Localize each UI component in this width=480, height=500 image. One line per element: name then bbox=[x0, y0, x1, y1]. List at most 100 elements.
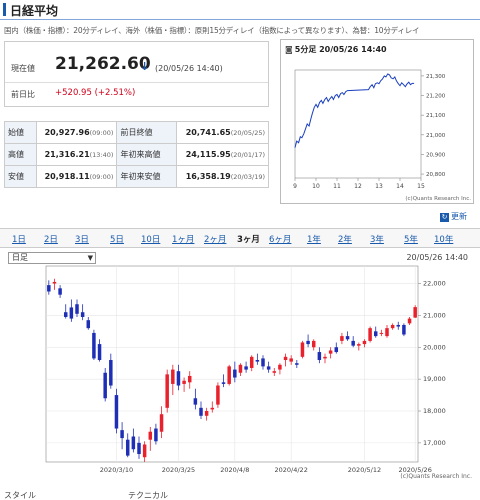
candle-body bbox=[328, 350, 333, 354]
tab-period[interactable]: 1日 bbox=[12, 233, 26, 245]
tab-period[interactable]: 10年 bbox=[434, 233, 453, 245]
candle-body bbox=[334, 347, 339, 353]
x-tick-label: 12 bbox=[354, 183, 362, 190]
candle-body bbox=[148, 431, 153, 440]
candle-body bbox=[204, 411, 209, 416]
candle-body bbox=[63, 312, 68, 317]
candle-body bbox=[295, 363, 299, 365]
page-header: 日経平均 bbox=[0, 0, 480, 20]
stat-value: 20,927.96(09:00) bbox=[35, 121, 118, 144]
candle-body bbox=[340, 336, 344, 341]
stat-value: 21,316.21(13:40) bbox=[35, 143, 118, 166]
candle-body bbox=[379, 332, 384, 334]
refresh-icon: ↻ bbox=[440, 213, 449, 222]
y-tick-label: 20,800 bbox=[426, 172, 446, 178]
candle-body bbox=[52, 281, 57, 284]
intraday-line-chart: 9 10 11 12 13 14 1520,800 20,900 21,000 21,100 21,… bbox=[293, 69, 471, 202]
stat-value: 20,741.65(20/05/25) bbox=[176, 121, 269, 144]
candle-body bbox=[306, 340, 310, 345]
candle-body bbox=[103, 372, 107, 399]
candle-body bbox=[249, 356, 254, 368]
tab-period[interactable]: 2年 bbox=[338, 233, 352, 245]
tab-period[interactable]: 3ヶ月 bbox=[237, 233, 260, 245]
candle-body bbox=[86, 320, 91, 329]
tab-period[interactable]: 5日 bbox=[110, 233, 124, 245]
candle-body bbox=[300, 342, 305, 357]
price-timestamp: (20/05/26 14:40) bbox=[155, 64, 223, 73]
candle-body bbox=[283, 356, 288, 361]
x-tick-label: 13 bbox=[375, 183, 383, 190]
y-tick-label: 21,300 bbox=[426, 74, 446, 80]
candle-body bbox=[193, 398, 198, 405]
candle-body bbox=[221, 382, 226, 384]
candle-body bbox=[137, 442, 141, 455]
table-row: 安値 20,918.11(09:00) 年初来安値 16,358.19(20/0… bbox=[4, 165, 269, 188]
current-price: 21,262.60 bbox=[55, 54, 151, 74]
candle-body bbox=[266, 366, 271, 370]
candle-body bbox=[165, 374, 169, 408]
y-tick-label: 21,000 bbox=[423, 311, 446, 319]
candle-body bbox=[238, 364, 243, 373]
candle-body bbox=[182, 380, 186, 384]
stat-label: 安値 bbox=[4, 165, 37, 188]
tab-period[interactable]: 5年 bbox=[404, 233, 418, 245]
candle-body bbox=[272, 371, 277, 373]
tab-period[interactable]: 3年 bbox=[370, 233, 384, 245]
stat-value: 16,358.19(20/03/19) bbox=[176, 165, 269, 188]
candle-body bbox=[345, 336, 350, 340]
intraday-chart-panel: ◙ 5分足 20/05/26 14:40 9 10 11 12 13 14 15 20,800 2… bbox=[280, 39, 474, 204]
tab-period[interactable]: 2ヶ月 bbox=[204, 233, 226, 245]
y-tick-label: 20,000 bbox=[423, 343, 446, 351]
candle-body bbox=[109, 360, 113, 386]
tab-period[interactable]: 10日 bbox=[141, 233, 160, 245]
stats-table: 始値 20,927.96(09:00) 前日終値 20,741.65(20/05… bbox=[4, 121, 269, 188]
y-tick-label: 21,100 bbox=[426, 113, 446, 119]
table-row: 高値 21,316.21(13:40) 年初来高値 24,115.95(20/0… bbox=[4, 143, 269, 166]
candle-body bbox=[80, 312, 85, 317]
candle-body bbox=[210, 407, 215, 410]
x-tick-label: 2020/4/22 bbox=[275, 466, 308, 474]
candle-body bbox=[131, 436, 136, 450]
candle-body bbox=[385, 328, 389, 337]
tab-period[interactable]: 6ヶ月 bbox=[269, 233, 291, 245]
candle-body bbox=[311, 340, 316, 348]
candle-body bbox=[58, 288, 62, 295]
x-tick-label: 2020/3/10 bbox=[100, 466, 133, 474]
style-label: スタイル bbox=[4, 491, 36, 500]
candle-body bbox=[75, 304, 79, 314]
candle-body bbox=[396, 324, 401, 327]
table-row: 始値 20,927.96(09:00) 前日終値 20,741.65(20/05… bbox=[4, 121, 269, 144]
tab-period[interactable]: 3日 bbox=[75, 233, 89, 245]
current-price-label: 現在値 bbox=[11, 64, 35, 73]
x-tick-label: 2020/4/8 bbox=[220, 466, 249, 474]
refresh-button[interactable]: ↻ 更新 bbox=[440, 211, 467, 222]
y-tick-label: 17,000 bbox=[423, 439, 446, 447]
candle-body bbox=[255, 360, 260, 362]
candle-body bbox=[187, 375, 192, 383]
candle-body bbox=[227, 366, 231, 384]
delay-notice: 国内（株価・指標）：20分ディレイ、海外（株価・指標）：原則15分ディレイ（指数… bbox=[4, 26, 420, 35]
candle-body bbox=[114, 395, 119, 429]
price-change: +520.95 (+2.51%) bbox=[55, 88, 136, 98]
candle-body bbox=[407, 318, 412, 324]
plot-area bbox=[294, 69, 422, 179]
candle-body bbox=[97, 344, 102, 361]
tab-period[interactable]: 2日 bbox=[44, 233, 58, 245]
stat-label: 年初来高値 bbox=[116, 143, 178, 166]
candle-body bbox=[159, 414, 164, 432]
x-tick-label: 10 bbox=[312, 183, 320, 190]
candle-body bbox=[69, 307, 74, 319]
candle-body bbox=[199, 407, 203, 416]
chart-credit: (c)Quants Research Inc. bbox=[400, 473, 472, 480]
y-tick-label: 19,000 bbox=[423, 375, 446, 383]
stat-label: 高値 bbox=[4, 143, 37, 166]
tab-period[interactable]: 1年 bbox=[307, 233, 321, 245]
down-arrow-icon: ↓ bbox=[140, 60, 150, 73]
technical-label: テクニカル bbox=[128, 491, 168, 500]
candle-body bbox=[47, 285, 51, 292]
tab-period[interactable]: 1ヶ月 bbox=[172, 233, 194, 245]
candle-body bbox=[357, 344, 361, 346]
candle-body bbox=[278, 364, 282, 370]
candle-body bbox=[176, 371, 181, 386]
candle-body bbox=[142, 444, 147, 458]
